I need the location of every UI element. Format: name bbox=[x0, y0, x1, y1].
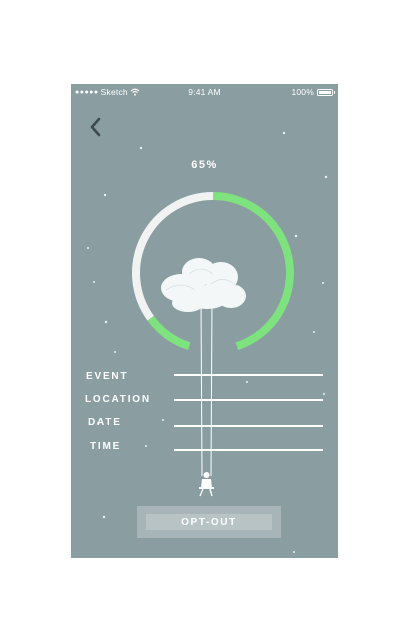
field-label-location: LOCATION bbox=[85, 394, 151, 405]
opt-out-panel: OPT-OUT bbox=[137, 506, 281, 538]
phone-screen: ●●●●● Sketch 9:41 AM 100% 65% EVENT LOCA… bbox=[71, 84, 338, 558]
field-line-location[interactable] bbox=[174, 399, 323, 401]
progress-gauge bbox=[132, 192, 294, 497]
field-label-date: DATE bbox=[88, 417, 122, 428]
field-line-event[interactable] bbox=[174, 374, 323, 376]
cloud-icon bbox=[161, 258, 246, 312]
opt-out-button[interactable]: OPT-OUT bbox=[146, 514, 272, 530]
swing-figure-icon bbox=[199, 472, 214, 497]
field-label-event: EVENT bbox=[86, 371, 129, 382]
field-label-time: TIME bbox=[90, 441, 122, 452]
field-line-time[interactable] bbox=[174, 449, 323, 451]
field-line-date[interactable] bbox=[174, 425, 323, 427]
